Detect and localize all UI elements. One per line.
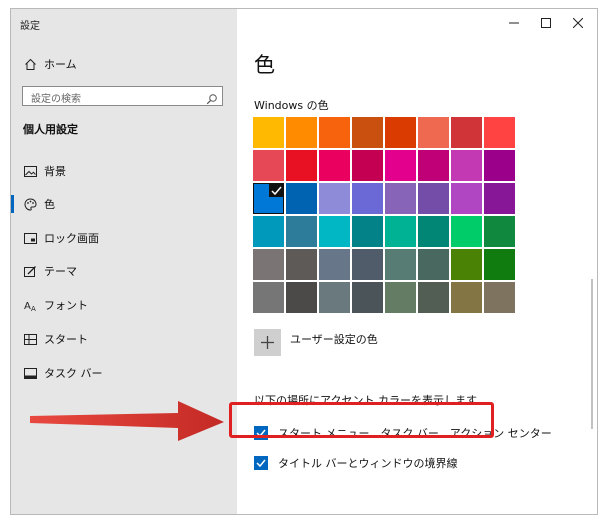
palette-icon [23,197,37,211]
color-swatch[interactable] [451,216,482,247]
sidebar-item-label: スタート [44,333,88,346]
app-title: 設定 [20,21,40,32]
windows-colors-label: Windows の色 [254,99,329,112]
color-swatch[interactable] [352,249,383,280]
color-swatch[interactable] [451,150,482,181]
image-icon [23,164,37,178]
color-swatch[interactable] [484,150,515,181]
search-icon[interactable] [206,90,218,105]
color-swatch[interactable] [385,282,416,313]
lock-screen-icon [23,231,37,245]
color-swatch[interactable] [418,150,449,181]
color-swatch[interactable] [286,282,317,313]
sidebar-item-colors[interactable]: 色 [11,189,237,219]
color-swatch[interactable] [418,249,449,280]
color-swatch[interactable] [253,249,284,280]
home-nav[interactable]: ホーム [11,49,237,79]
color-swatch[interactable] [253,216,284,247]
color-swatch[interactable] [451,282,482,313]
color-swatch[interactable] [418,183,449,214]
color-swatch[interactable] [352,117,383,148]
sidebar-item-taskbar[interactable]: タスク バー [11,358,237,388]
color-swatch[interactable] [253,117,284,148]
color-swatch[interactable] [286,183,317,214]
color-swatch[interactable] [319,249,350,280]
color-swatch[interactable] [418,216,449,247]
start-icon [23,332,37,346]
custom-color-button[interactable] [254,329,281,356]
color-swatch[interactable] [319,216,350,247]
sidebar-item-label: フォント [44,299,88,312]
search-input[interactable]: 設定の検索 [22,86,223,106]
color-swatch[interactable] [385,117,416,148]
home-label: ホーム [44,58,77,71]
color-swatch[interactable] [319,183,350,214]
taskbar-icon [23,366,37,380]
sidebar-item-fonts[interactable]: AA フォント [11,290,237,320]
color-swatch[interactable] [418,117,449,148]
scrollbar[interactable] [591,279,593,429]
color-swatch[interactable] [451,183,482,214]
color-swatch[interactable] [253,150,284,181]
color-swatch[interactable] [385,183,416,214]
font-icon: AA [23,298,37,312]
checkmark-icon [269,183,284,197]
color-swatch[interactable] [352,183,383,214]
sidebar-item-lock-screen[interactable]: ロック画面 [11,223,237,253]
color-swatch[interactable] [319,150,350,181]
sidebar-item-label: テーマ [44,265,77,278]
color-swatch[interactable] [253,282,284,313]
color-swatch[interactable] [451,249,482,280]
sidebar-item-themes[interactable]: テーマ [11,256,237,286]
color-swatch[interactable] [451,117,482,148]
color-swatch[interactable] [484,183,515,214]
svg-text:A: A [24,301,31,312]
color-swatch-grid [253,117,515,317]
color-swatch[interactable] [484,216,515,247]
color-swatch[interactable] [352,282,383,313]
custom-color-label: ユーザー設定の色 [290,333,378,346]
color-swatch[interactable] [286,216,317,247]
color-swatch[interactable] [484,282,515,313]
active-indicator [11,195,14,213]
color-swatch[interactable] [484,249,515,280]
color-swatch[interactable] [286,117,317,148]
search-placeholder: 設定の検索 [31,94,81,105]
title-bar-border-checkbox[interactable]: タイトル バーとウィンドウの境界線 [254,453,458,473]
color-swatch[interactable] [385,150,416,181]
home-icon [23,57,37,71]
sidebar-item-label: 背景 [44,165,66,178]
color-swatch[interactable] [385,216,416,247]
color-swatch[interactable] [253,183,284,214]
highlight-box [229,402,494,438]
checkbox-label: タイトル バーとウィンドウの境界線 [278,457,458,470]
color-swatch[interactable] [352,216,383,247]
sidebar-item-label: タスク バー [44,367,103,380]
sidebar-item-label: 色 [44,198,55,211]
sidebar-item-background[interactable]: 背景 [11,156,237,186]
color-swatch[interactable] [484,117,515,148]
color-swatch[interactable] [319,117,350,148]
color-swatch[interactable] [286,150,317,181]
page-title: 色 [254,53,275,77]
sidebar-item-start[interactable]: スタート [11,324,237,354]
color-swatch[interactable] [418,282,449,313]
red-arrow-annotation [30,401,224,441]
svg-text:A: A [31,305,36,312]
color-swatch[interactable] [352,150,383,181]
sidebar-item-label: ロック画面 [44,232,99,245]
plus-icon [261,336,274,349]
section-title: 個人用設定 [23,123,78,136]
color-swatch[interactable] [286,249,317,280]
theme-icon [23,264,37,278]
content-pane: 色 Windows の色 ユーザー設定の色 以下の場所にアクセント カラーを表示… [237,9,597,514]
color-swatch[interactable] [319,282,350,313]
color-swatch[interactable] [385,249,416,280]
checkbox-checked-icon[interactable] [254,456,268,470]
